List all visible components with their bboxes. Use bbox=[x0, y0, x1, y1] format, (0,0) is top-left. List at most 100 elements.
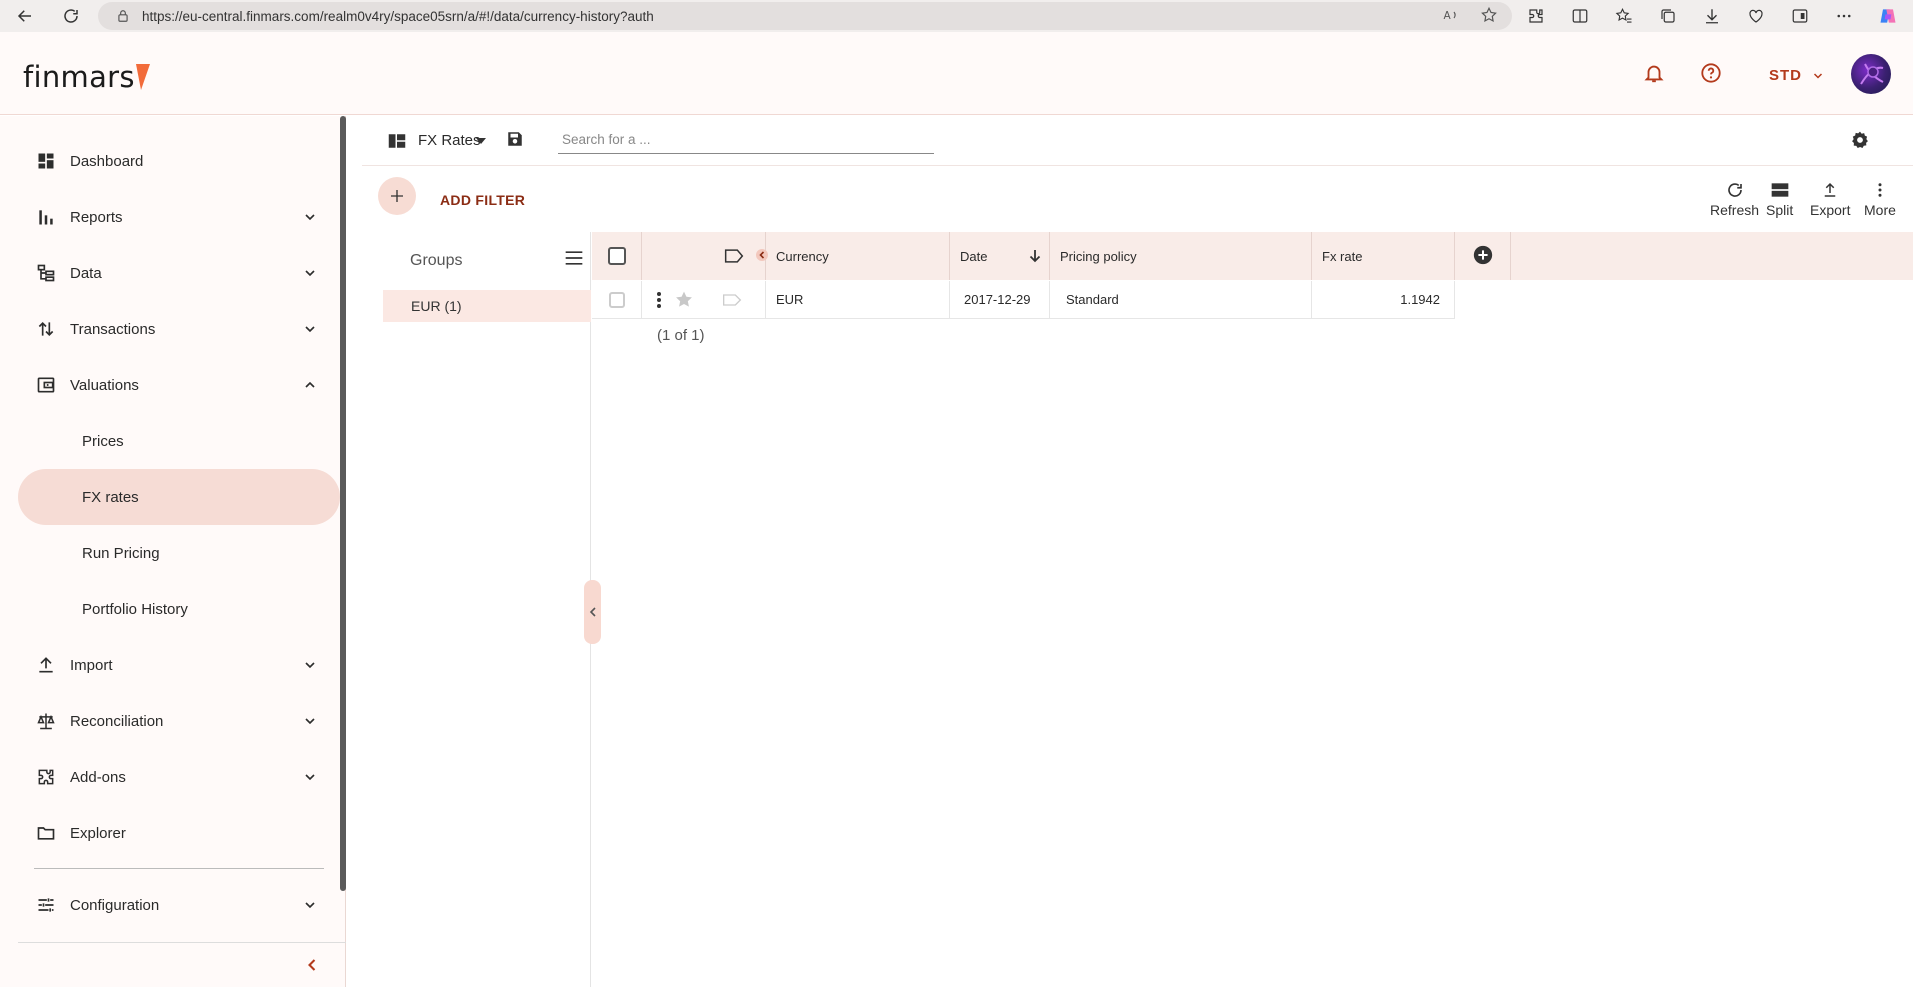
performance-icon[interactable] bbox=[1744, 4, 1768, 28]
collapse-groups-button[interactable] bbox=[584, 580, 601, 644]
finmars-logo[interactable]: finmars bbox=[23, 60, 150, 94]
sidebar-item-portfolio-history[interactable]: Portfolio History bbox=[18, 581, 340, 637]
row-checkbox[interactable] bbox=[608, 291, 625, 308]
sidebar-item-explorer[interactable]: Explorer bbox=[18, 805, 340, 861]
layout-name[interactable]: FX Rates bbox=[418, 132, 481, 149]
split-screen-icon[interactable] bbox=[1568, 4, 1592, 28]
row-menu-icon[interactable] bbox=[652, 291, 666, 309]
groups-panel: Groups EUR (1) bbox=[362, 232, 591, 987]
favorite-star-icon[interactable] bbox=[1480, 6, 1498, 24]
menu-icon[interactable] bbox=[564, 250, 584, 266]
sidebar-item-prices[interactable]: Prices bbox=[18, 413, 340, 469]
wallet-icon bbox=[34, 373, 58, 397]
groups-title: Groups bbox=[410, 252, 463, 269]
column-header-fx-rate[interactable]: Fx rate bbox=[1312, 232, 1455, 280]
chevron-down-icon bbox=[1812, 70, 1824, 82]
tune-icon bbox=[34, 893, 58, 917]
row-tag-icon[interactable] bbox=[722, 293, 742, 307]
browser-essentials-icon[interactable] bbox=[1788, 4, 1812, 28]
search-input[interactable] bbox=[558, 126, 934, 152]
export-button[interactable]: Export bbox=[1810, 178, 1850, 218]
collections-icon[interactable] bbox=[1656, 4, 1680, 28]
reload-icon[interactable] bbox=[56, 1, 86, 31]
column-header-date[interactable]: Date bbox=[950, 232, 1050, 280]
collapse-sidebar-icon[interactable] bbox=[302, 955, 322, 975]
cell-pricing-policy[interactable]: Standard bbox=[1050, 281, 1312, 319]
sidebar-bottom-divider bbox=[18, 942, 346, 943]
more-options-icon[interactable] bbox=[1832, 4, 1856, 28]
sidebar-item-reconciliation[interactable]: Reconciliation bbox=[18, 693, 340, 749]
table-header: Currency Date Pricing policy Fx rate bbox=[592, 232, 1913, 280]
chevron-left-icon bbox=[588, 606, 598, 618]
sidebar-scrollbar[interactable] bbox=[340, 116, 346, 891]
puzzle-icon bbox=[34, 765, 58, 789]
copilot-icon[interactable] bbox=[1876, 4, 1900, 28]
sidebar-item-data[interactable]: Data bbox=[18, 245, 340, 301]
label-tag-icon[interactable] bbox=[724, 248, 744, 264]
swap-vertical-icon bbox=[34, 317, 58, 341]
caret-down-icon[interactable] bbox=[476, 138, 486, 144]
chevron-down-icon bbox=[302, 265, 318, 281]
back-icon[interactable] bbox=[10, 1, 40, 31]
chevron-down-icon bbox=[302, 321, 318, 337]
sidebar-item-configuration[interactable]: Configuration bbox=[18, 877, 340, 933]
sidebar-item-dashboard[interactable]: Dashboard bbox=[18, 133, 340, 189]
read-aloud-icon[interactable]: A bbox=[1442, 6, 1460, 24]
refresh-icon bbox=[1726, 181, 1744, 199]
cell-date[interactable]: 2017-12-29 bbox=[950, 281, 1050, 319]
hierarchy-icon bbox=[34, 261, 58, 285]
sidebar-item-reports[interactable]: Reports bbox=[18, 189, 340, 245]
sidebar-item-run-pricing[interactable]: Run Pricing bbox=[18, 525, 340, 581]
pagination-status: (1 of 1) bbox=[657, 327, 705, 344]
url-text: https://eu-central.finmars.com/realm0v4r… bbox=[142, 8, 654, 24]
group-item[interactable]: EUR (1) bbox=[383, 290, 591, 322]
add-filter-button[interactable] bbox=[378, 177, 416, 215]
gear-icon[interactable] bbox=[1850, 130, 1870, 150]
user-avatar[interactable] bbox=[1851, 54, 1891, 94]
sidebar: Dashboard Reports Data Transactions Valu… bbox=[0, 116, 346, 987]
row-select-cell bbox=[592, 281, 642, 319]
save-icon[interactable] bbox=[506, 130, 524, 148]
lock-icon bbox=[116, 9, 130, 23]
browser-toolbar: https://eu-central.finmars.com/realm0v4r… bbox=[0, 0, 1913, 32]
sidebar-item-fx-rates[interactable]: FX rates bbox=[18, 469, 340, 525]
chevron-down-icon bbox=[302, 209, 318, 225]
sidebar-divider bbox=[34, 868, 324, 869]
column-header-pricing-policy[interactable]: Pricing policy bbox=[1050, 232, 1312, 280]
filter-bar: ADD FILTER Refresh Split Export More bbox=[362, 166, 1913, 232]
more-vertical-icon bbox=[1871, 181, 1889, 199]
help-icon[interactable] bbox=[1700, 62, 1722, 84]
favorites-icon[interactable] bbox=[1612, 4, 1636, 28]
select-all-checkbox[interactable] bbox=[607, 247, 626, 265]
more-button[interactable]: More bbox=[1864, 178, 1896, 218]
sidebar-item-add-ons[interactable]: Add-ons bbox=[18, 749, 340, 805]
chevron-up-icon bbox=[302, 377, 318, 393]
bar-chart-icon bbox=[34, 205, 58, 229]
cell-currency[interactable]: EUR bbox=[766, 281, 950, 319]
extensions-icon[interactable] bbox=[1524, 4, 1548, 28]
split-button[interactable]: Split bbox=[1766, 178, 1793, 218]
space-selector[interactable]: STD bbox=[1769, 67, 1824, 84]
add-column-icon[interactable] bbox=[1472, 244, 1494, 266]
svg-text:A: A bbox=[1444, 10, 1452, 22]
sidebar-item-transactions[interactable]: Transactions bbox=[18, 301, 340, 357]
logo-mark-icon bbox=[135, 64, 150, 90]
search-field[interactable] bbox=[558, 126, 934, 154]
refresh-button[interactable]: Refresh bbox=[1710, 178, 1759, 218]
column-header-currency[interactable]: Currency bbox=[766, 232, 950, 280]
chevron-down-icon bbox=[302, 769, 318, 785]
scale-icon bbox=[34, 709, 58, 733]
add-filter-label[interactable]: ADD FILTER bbox=[440, 192, 525, 208]
select-all-cell bbox=[592, 232, 642, 280]
cell-fx-rate[interactable]: 1.1942 bbox=[1312, 281, 1455, 319]
star-icon[interactable] bbox=[674, 290, 694, 310]
sidebar-item-import[interactable]: Import bbox=[18, 637, 340, 693]
notifications-bell-icon[interactable] bbox=[1643, 62, 1665, 84]
downloads-icon[interactable] bbox=[1700, 4, 1724, 28]
sort-descending-icon[interactable] bbox=[1029, 249, 1041, 263]
address-bar[interactable]: https://eu-central.finmars.com/realm0v4r… bbox=[98, 2, 1512, 30]
sidebar-item-valuations[interactable]: Valuations bbox=[18, 357, 340, 413]
row-actions-cell bbox=[642, 281, 766, 319]
chevron-down-icon bbox=[302, 657, 318, 673]
layout-grid-icon[interactable] bbox=[388, 133, 406, 149]
